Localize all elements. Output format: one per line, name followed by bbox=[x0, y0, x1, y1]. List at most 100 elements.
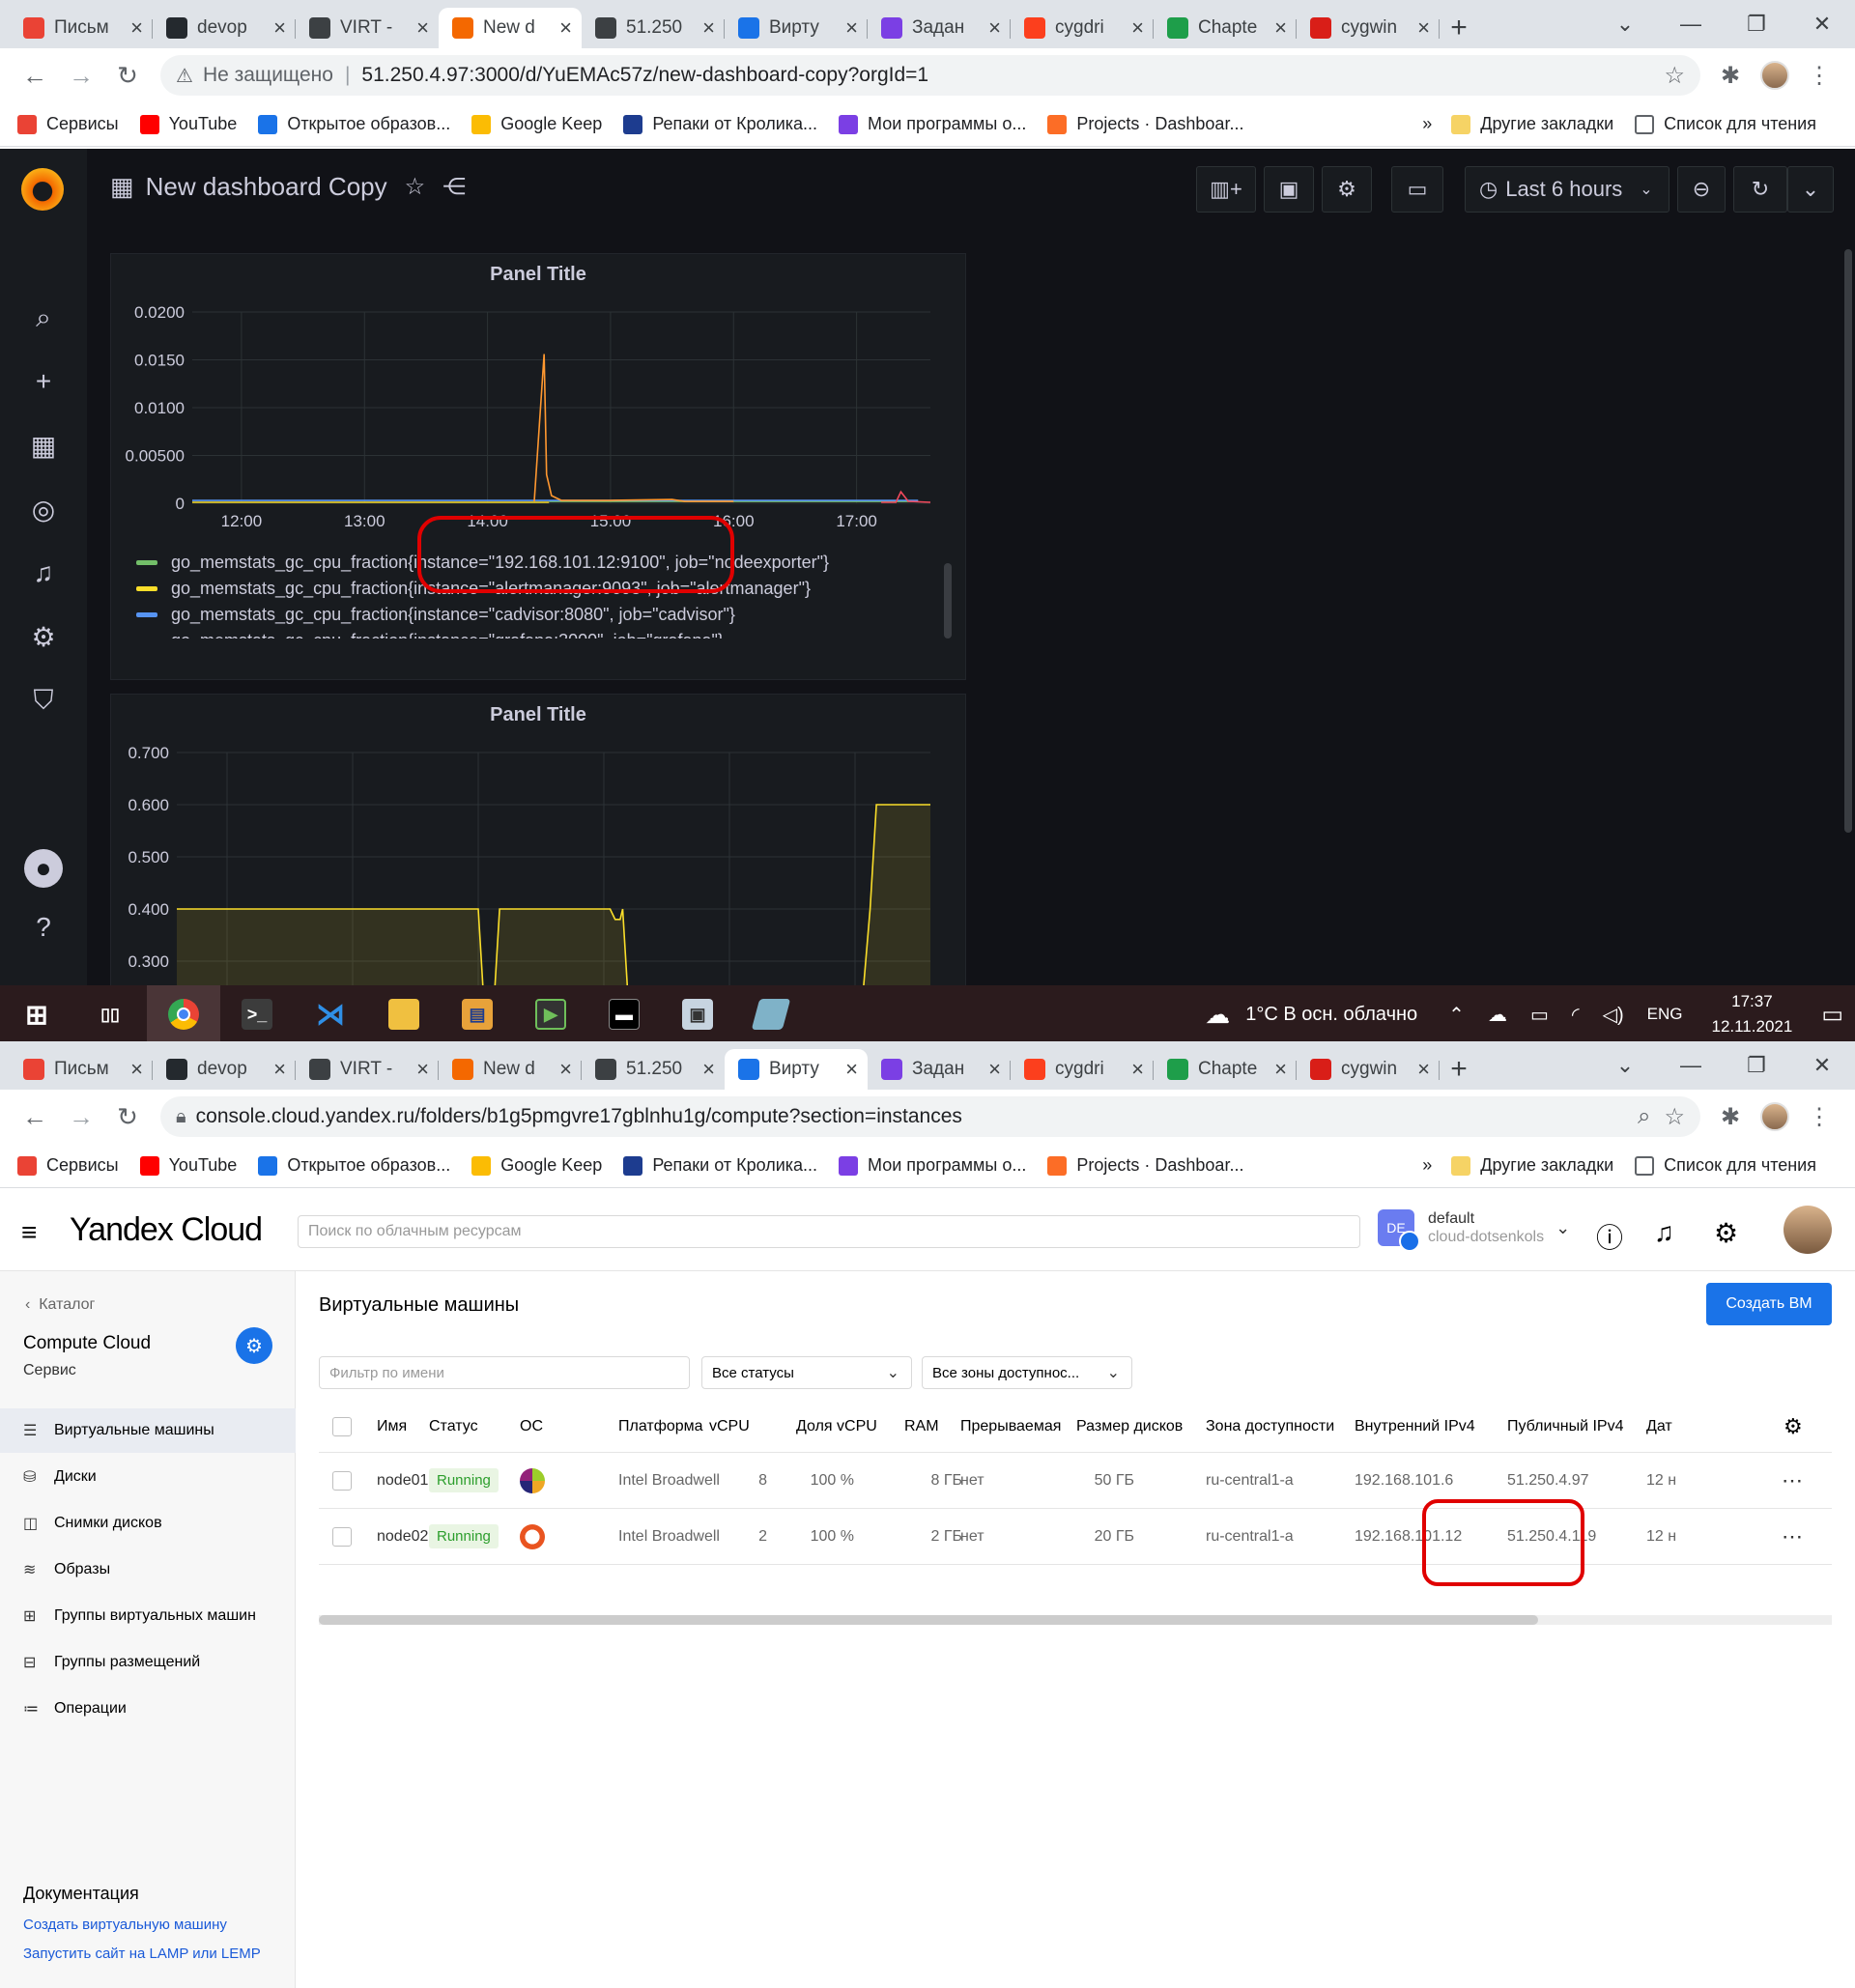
sidebar-nav-item[interactable]: ⊞ Группы виртуальных машин bbox=[0, 1594, 296, 1638]
volume-icon[interactable]: ◁) bbox=[1603, 1003, 1624, 1027]
browser-tab[interactable]: Письм × bbox=[10, 8, 153, 48]
table-settings-gear-icon[interactable]: ⚙ bbox=[1784, 1401, 1803, 1452]
yc-search-input[interactable]: Поиск по облачным ресурсам bbox=[298, 1215, 1360, 1248]
onedrive-icon[interactable]: ☁ bbox=[1488, 1003, 1507, 1027]
chrome-taskbar-icon[interactable] bbox=[147, 985, 220, 1043]
forward-icon[interactable]: → bbox=[60, 1095, 102, 1138]
close-tab-icon[interactable]: × bbox=[559, 15, 572, 41]
tray-expand-icon[interactable]: ⌃ bbox=[1448, 1003, 1465, 1027]
bookmarks-overflow[interactable]: » bbox=[1422, 114, 1432, 134]
close-window-icon[interactable]: ✕ bbox=[1789, 1041, 1855, 1090]
browser-tab[interactable]: devop × bbox=[153, 1049, 296, 1090]
other-bookmarks[interactable]: Другие закладки bbox=[1451, 114, 1613, 134]
sidebar-nav-item[interactable]: ⊟ Группы размещений bbox=[0, 1640, 296, 1685]
close-tab-icon[interactable]: × bbox=[702, 15, 715, 41]
tab-search-icon[interactable]: ⌄ bbox=[1592, 0, 1658, 48]
panel-2-graph[interactable]: 0.2000.3000.4000.5000.6000.700 bbox=[111, 695, 967, 985]
bookmark-item[interactable]: Google Keep bbox=[471, 1155, 602, 1176]
bookmarks-overflow[interactable]: » bbox=[1422, 1155, 1432, 1176]
dashboard-title[interactable]: New dashboard Copy bbox=[146, 172, 387, 202]
status-select[interactable]: Все статусы ⌄ bbox=[701, 1356, 912, 1389]
close-tab-icon[interactable]: × bbox=[988, 1057, 1001, 1082]
column-header[interactable]: Внутренний IPv4 bbox=[1355, 1401, 1475, 1452]
column-header[interactable]: Прерываемая bbox=[960, 1401, 1061, 1452]
select-all-checkbox[interactable] bbox=[332, 1401, 352, 1452]
close-tab-icon[interactable]: × bbox=[130, 1057, 143, 1082]
user-avatar-icon[interactable]: ● bbox=[24, 849, 63, 888]
close-tab-icon[interactable]: × bbox=[1131, 15, 1144, 41]
row-actions-icon[interactable]: ⋯ bbox=[1782, 1509, 1803, 1564]
table-horizontal-scrollbar[interactable] bbox=[319, 1615, 1832, 1625]
back-icon[interactable]: ← bbox=[14, 54, 56, 97]
column-header[interactable]: Доля vCPU bbox=[796, 1401, 877, 1452]
grafana-scrollbar[interactable] bbox=[1841, 226, 1855, 970]
bookmark-item[interactable]: Репаки от Кролика... bbox=[623, 114, 817, 134]
column-header[interactable]: Зона доступности bbox=[1206, 1401, 1334, 1452]
cmd-taskbar-icon[interactable]: ▬ bbox=[587, 985, 661, 1043]
browser-tab[interactable]: Вирту × bbox=[725, 8, 868, 48]
hamburger-menu-icon[interactable]: ≡ bbox=[21, 1217, 37, 1248]
bookmark-item[interactable]: Мои программы о... bbox=[839, 114, 1026, 134]
server-admin-shield-icon[interactable]: ⛉ bbox=[27, 684, 60, 717]
bookmark-star-icon[interactable]: ☆ bbox=[1664, 1103, 1685, 1131]
menu-kebab-icon[interactable]: ⋮ bbox=[1797, 1103, 1841, 1131]
sidebar-nav-item[interactable]: ≔ Операции bbox=[0, 1687, 296, 1731]
browser-tab[interactable]: Chapte × bbox=[1154, 1049, 1297, 1090]
zoom-icon[interactable]: ⌕ bbox=[1638, 1103, 1650, 1130]
other-bookmarks[interactable]: Другие закладки bbox=[1451, 1155, 1613, 1176]
browser-tab[interactable]: Письм × bbox=[10, 1049, 153, 1090]
browser-tab[interactable]: New d × bbox=[439, 8, 582, 48]
column-header[interactable]: ОС bbox=[520, 1401, 543, 1452]
legend-item[interactable]: go_memstats_gc_cpu_fraction{instance="ca… bbox=[136, 602, 909, 628]
bookmark-star-icon[interactable]: ☆ bbox=[1664, 62, 1685, 90]
close-tab-icon[interactable]: × bbox=[845, 15, 858, 41]
column-header[interactable]: Публичный IPv4 bbox=[1507, 1401, 1623, 1452]
bottom-address-bar[interactable]: 🔒︎ console.cloud.yandex.ru/folders/b1g5p… bbox=[160, 1096, 1700, 1137]
clock[interactable]: 17:37 12.11.2021 bbox=[1711, 989, 1792, 1039]
docs-link[interactable]: Создать виртуальную машину bbox=[23, 1917, 265, 1934]
refresh-icon[interactable]: ↻ bbox=[1733, 166, 1787, 213]
profile-avatar[interactable] bbox=[1753, 61, 1797, 90]
column-header[interactable]: Статус bbox=[429, 1401, 478, 1452]
column-header[interactable]: Дат bbox=[1646, 1401, 1672, 1452]
close-tab-icon[interactable]: × bbox=[702, 1057, 715, 1082]
share-icon[interactable]: ⋲ bbox=[442, 173, 466, 201]
restore-icon[interactable]: ❐ bbox=[1724, 1041, 1789, 1090]
sidebar-nav-item[interactable]: ◫ Снимки дисков bbox=[0, 1501, 296, 1546]
legend-item[interactable]: go_memstats_gc_cpu_fraction{instance="gr… bbox=[136, 628, 909, 639]
save-icon[interactable]: ▣ bbox=[1264, 166, 1314, 213]
bookmark-item[interactable]: Репаки от Кролика... bbox=[623, 1155, 817, 1176]
browser-tab[interactable]: cygdri × bbox=[1011, 8, 1154, 48]
create-vm-button[interactable]: Создать ВМ bbox=[1706, 1283, 1832, 1325]
profile-avatar[interactable] bbox=[1753, 1102, 1797, 1131]
alerting-bell-icon[interactable]: ♫ bbox=[27, 556, 60, 589]
close-tab-icon[interactable]: × bbox=[130, 15, 143, 41]
browser-tab[interactable]: 51.250 × bbox=[582, 8, 725, 48]
browser-tab[interactable]: Задан × bbox=[868, 1049, 1011, 1090]
windows-start-icon[interactable]: ⊞ bbox=[0, 985, 73, 1043]
forward-icon[interactable]: → bbox=[60, 54, 102, 97]
refresh-interval-chevron-icon[interactable]: ⌄ bbox=[1787, 166, 1834, 213]
browser-tab[interactable]: 51.250 × bbox=[582, 1049, 725, 1090]
close-tab-icon[interactable]: × bbox=[1417, 15, 1430, 41]
weather-label[interactable]: 1°C В осн. облачно bbox=[1245, 1004, 1417, 1026]
task-view-icon[interactable]: ▯▯ bbox=[73, 985, 147, 1043]
notes-taskbar-icon[interactable]: ▤ bbox=[441, 985, 514, 1043]
name-filter-input[interactable]: Фильтр по имени bbox=[319, 1356, 690, 1389]
column-header[interactable]: Платформа bbox=[618, 1401, 703, 1452]
bookmark-item[interactable]: Projects · Dashboar... bbox=[1047, 1155, 1243, 1176]
new-tab-icon[interactable]: + bbox=[1440, 8, 1478, 48]
user-avatar[interactable] bbox=[1784, 1206, 1832, 1254]
search-icon[interactable]: ⌕ bbox=[27, 301, 60, 334]
settings-gear-icon[interactable]: ⚙ bbox=[1322, 166, 1372, 213]
table-row[interactable]: node02 Running Intel Broadwell 2 100 % 2 ГБ не… bbox=[319, 1509, 1832, 1565]
settings-gear-icon[interactable]: ⚙ bbox=[1714, 1217, 1738, 1249]
remote-desktop-taskbar-icon[interactable]: ▣ bbox=[661, 985, 734, 1043]
extensions-icon[interactable]: ✱ bbox=[1708, 1103, 1753, 1131]
reload-icon[interactable]: ↻ bbox=[106, 54, 149, 97]
close-tab-icon[interactable]: × bbox=[845, 1057, 858, 1082]
close-tab-icon[interactable]: × bbox=[1417, 1057, 1430, 1082]
zone-select[interactable]: Все зоны доступнос... ⌄ bbox=[922, 1356, 1132, 1389]
grafana-logo-icon[interactable] bbox=[21, 168, 64, 211]
terminal-taskbar-icon[interactable]: >_ bbox=[220, 985, 294, 1043]
